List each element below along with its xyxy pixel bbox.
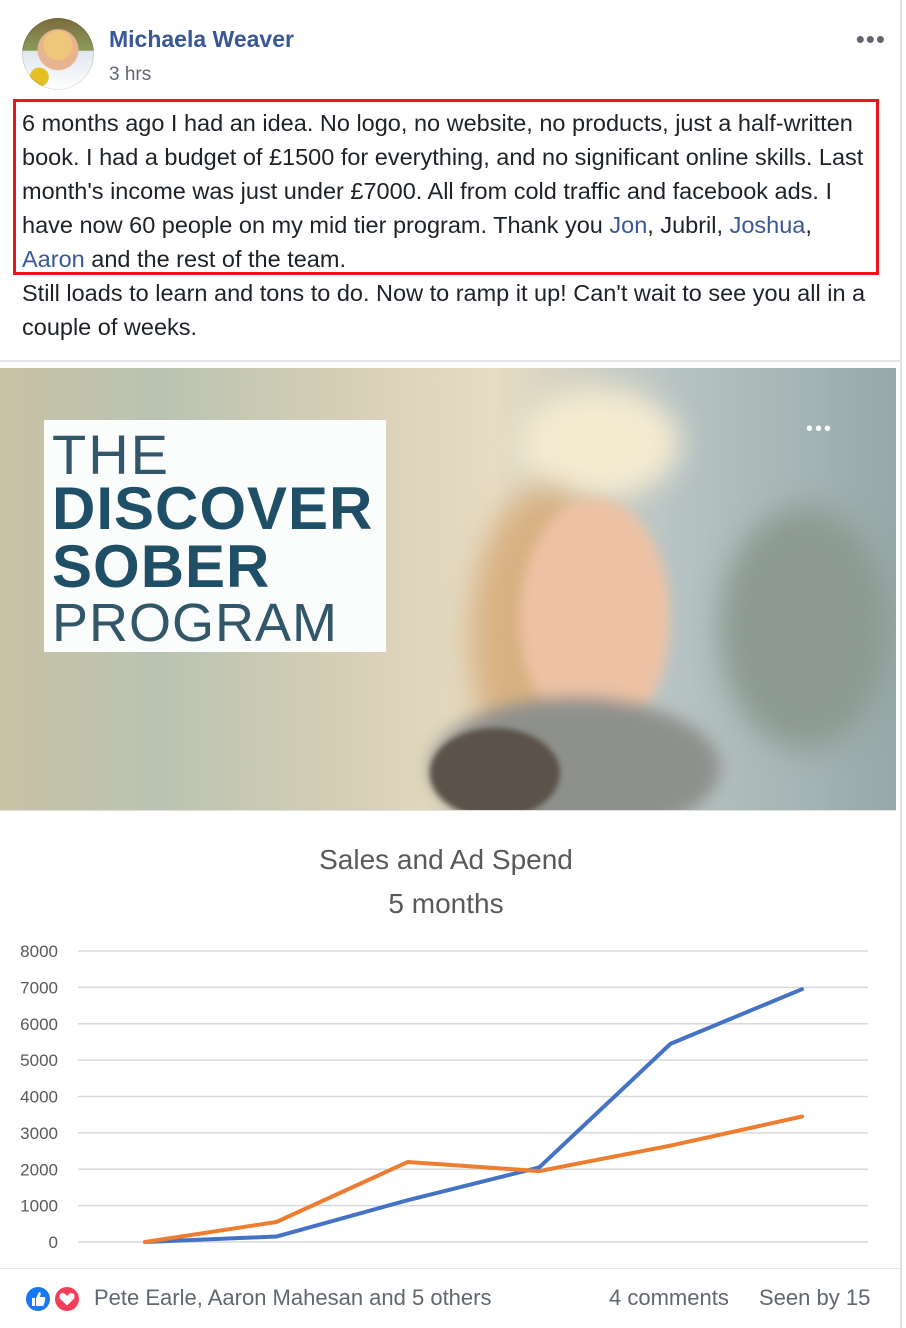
y-tick-label: 5000: [20, 1051, 58, 1070]
chart-subtitle: 5 months: [388, 888, 503, 919]
y-tick-label: 4000: [20, 1088, 58, 1107]
y-tick-label: 6000: [20, 1015, 58, 1034]
comments-count[interactable]: 4 comments: [609, 1285, 729, 1311]
post-image-program[interactable]: THE DISCOVER SOBER PROGRAM: [0, 368, 896, 810]
post-header: Michaela Weaver 3 hrs •••: [22, 18, 892, 94]
author-name[interactable]: Michaela Weaver: [109, 26, 294, 53]
post-image-chart[interactable]: Sales and Ad Spend 5 months 8000 7000 6000…: [0, 816, 896, 1272]
y-tick-label: 2000: [20, 1160, 58, 1179]
logo-line: PROGRAM: [52, 593, 339, 653]
post-paragraph: Still loads to learn and tons to do. Now…: [22, 280, 866, 340]
y-axis-ticks: 8000 7000 6000 5000 4000 3000 2000 1000 0: [20, 942, 58, 1252]
background-blur: [520, 388, 680, 498]
logo-line: SOBER: [52, 533, 271, 600]
y-tick-label: 1000: [20, 1197, 58, 1216]
more-horizontal-icon[interactable]: •••: [806, 418, 833, 441]
author-avatar[interactable]: [22, 18, 94, 90]
seen-by-count[interactable]: Seen by 15: [759, 1285, 870, 1311]
background-blur: [720, 508, 890, 748]
reactors-summary[interactable]: Pete Earle, Aaron Mahesan and 5 others: [94, 1285, 491, 1311]
mention-aaron[interactable]: Aaron: [22, 246, 85, 272]
y-tick-label: 0: [49, 1233, 58, 1252]
mug-shape: [430, 728, 560, 810]
post-text: 6 months ago I had an idea. No logo, no …: [22, 106, 878, 344]
more-horizontal-icon[interactable]: •••: [856, 24, 886, 55]
series-line-2: [143, 1114, 804, 1244]
series-line-1: [143, 987, 804, 1244]
y-tick-label: 8000: [20, 942, 58, 961]
post-footer: Pete Earle, Aaron Mahesan and 5 others 4…: [0, 1268, 902, 1328]
love-icon[interactable]: [53, 1285, 81, 1313]
chart-series: [143, 987, 804, 1244]
post-paragraph: 6 months ago I had an idea. No logo, no …: [22, 110, 864, 272]
post-timestamp[interactable]: 3 hrs: [109, 64, 151, 86]
post-card: Michaela Weaver 3 hrs ••• 6 months ago I…: [0, 0, 902, 1328]
chart-title: Sales and Ad Spend: [319, 844, 573, 875]
sales-ad-spend-chart: Sales and Ad Spend 5 months 8000 7000 6000…: [20, 844, 868, 1252]
divider: [0, 360, 902, 362]
mention-joshua[interactable]: Joshua: [730, 212, 806, 238]
mention-jon[interactable]: Jon: [609, 212, 647, 238]
y-tick-label: 3000: [20, 1124, 58, 1143]
like-icon[interactable]: [24, 1285, 52, 1313]
program-logo: THE DISCOVER SOBER PROGRAM: [44, 420, 386, 653]
chart-grid: [78, 950, 868, 1243]
y-tick-label: 7000: [20, 978, 58, 997]
